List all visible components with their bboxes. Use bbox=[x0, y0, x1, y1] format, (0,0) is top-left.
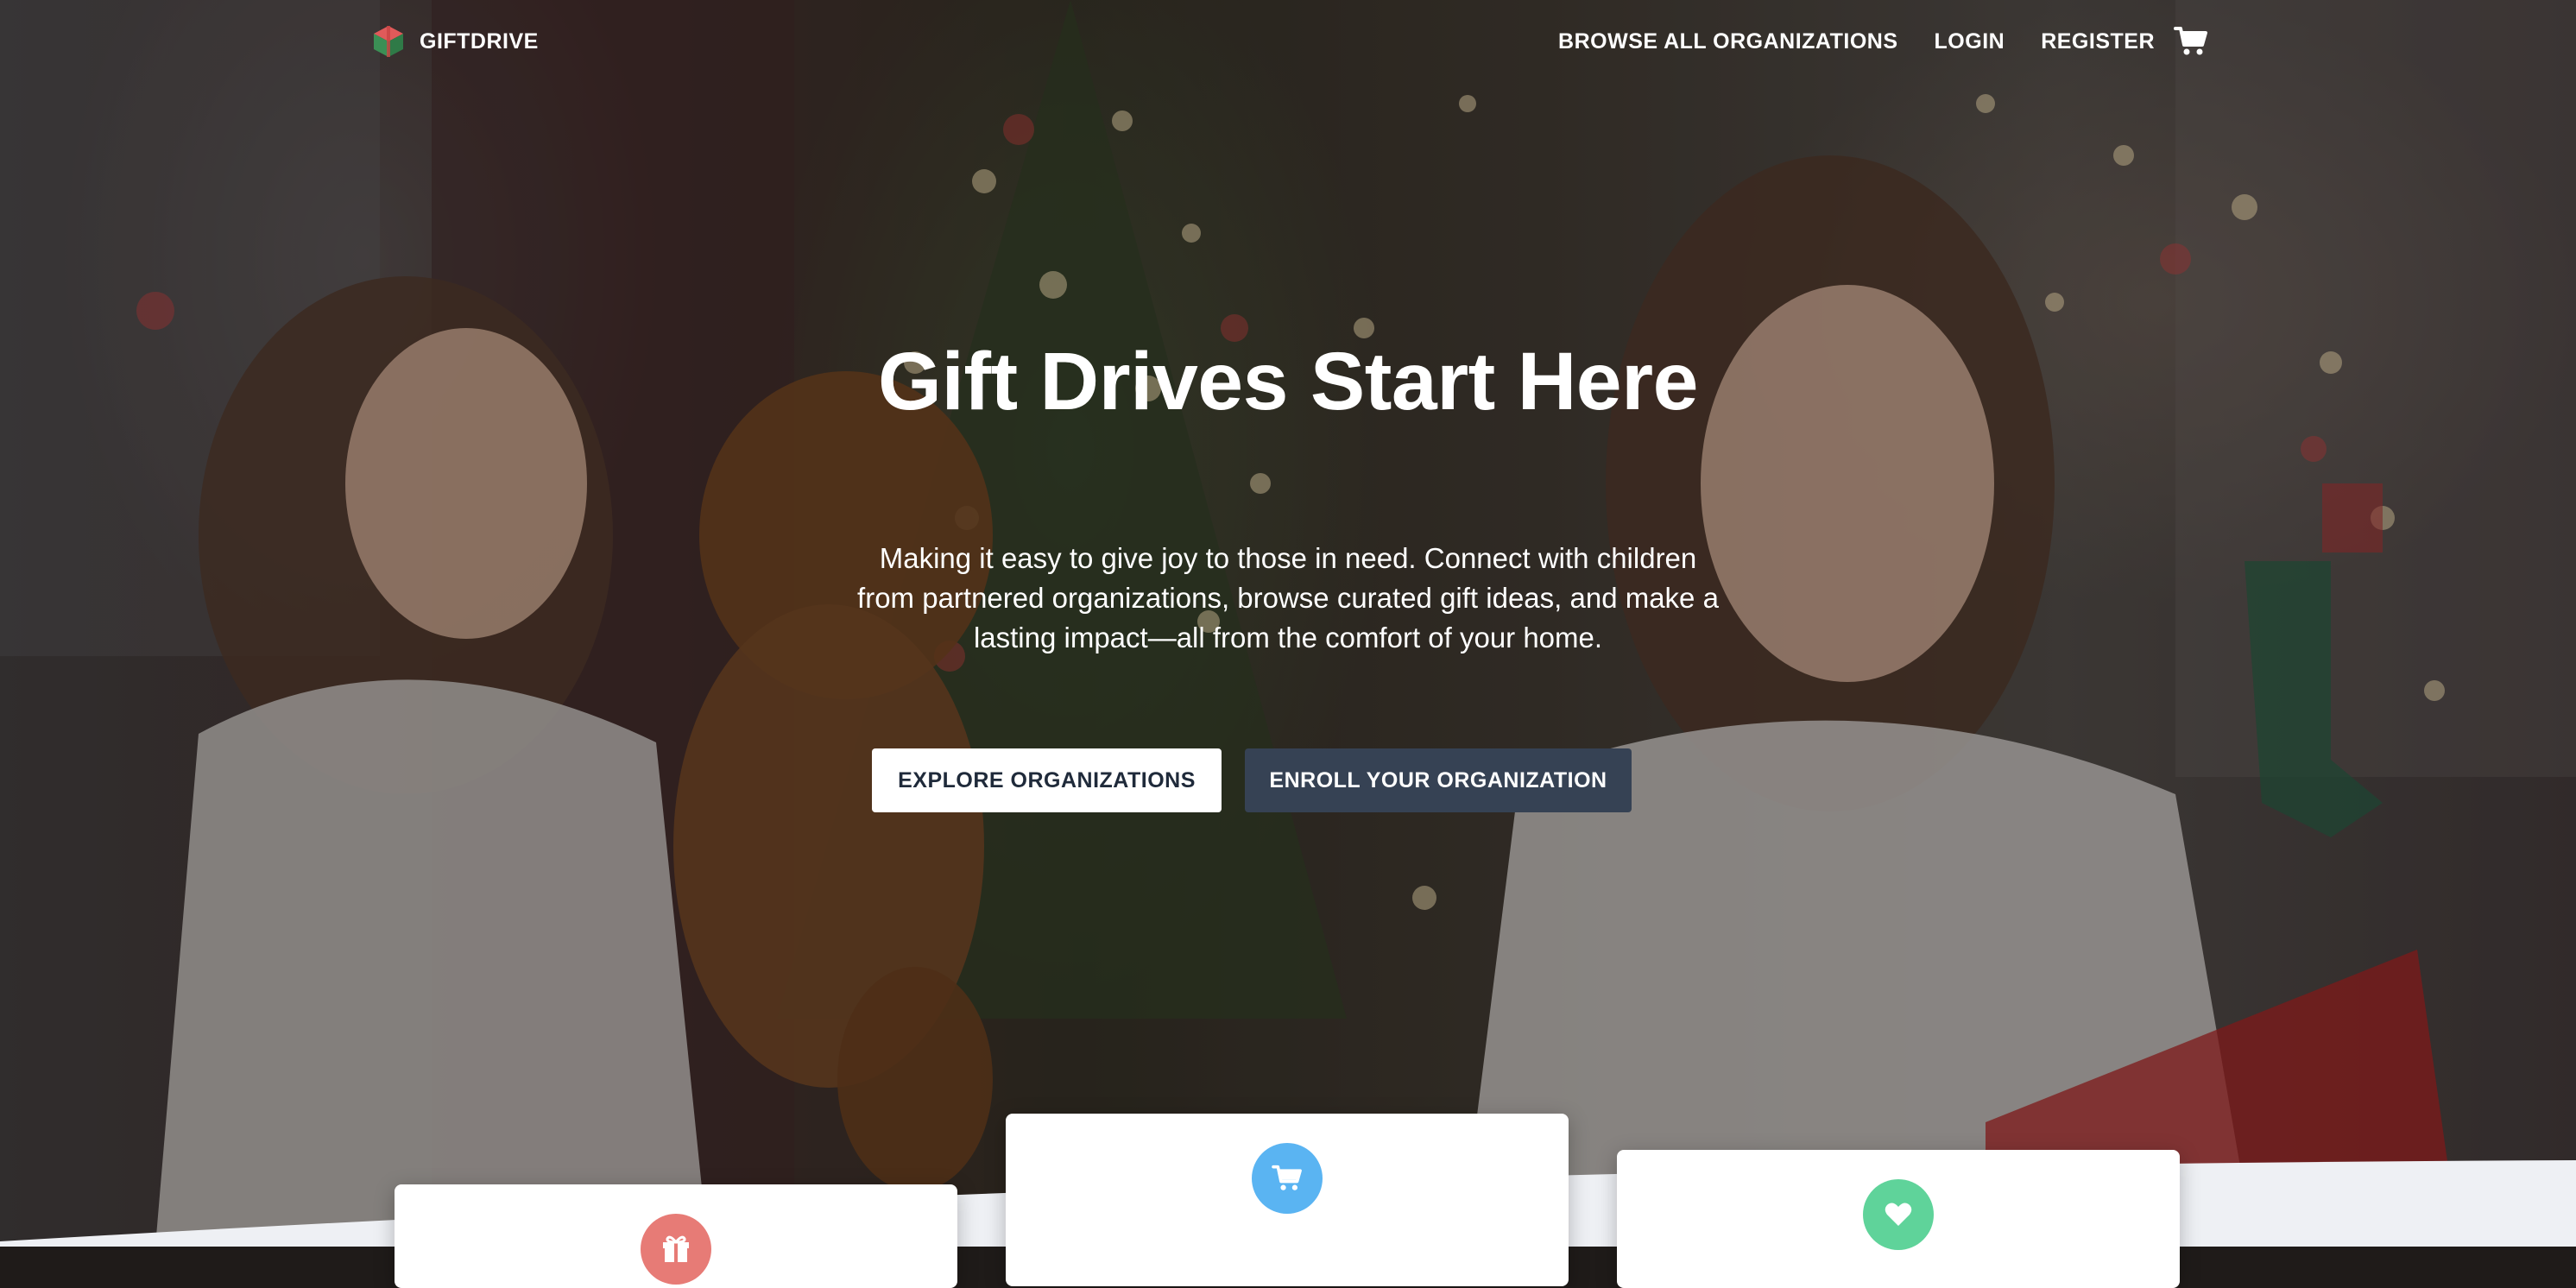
feature-card-gift bbox=[395, 1184, 957, 1288]
top-navbar: GIFTDRIVE BROWSE ALL ORGANIZATIONS LOGIN… bbox=[0, 0, 2576, 83]
hero-subtitle: Making it easy to give joy to those in n… bbox=[857, 542, 1719, 653]
nav-links: BROWSE ALL ORGANIZATIONS LOGIN REGISTER bbox=[1522, 21, 2208, 62]
brand-home-link[interactable]: GIFTDRIVE bbox=[371, 22, 539, 60]
nav-register-link[interactable]: REGISTER bbox=[2041, 29, 2155, 54]
explore-organizations-button[interactable]: EXPLORE ORGANIZATIONS bbox=[872, 748, 1222, 812]
feature-card-cart bbox=[1006, 1114, 1569, 1286]
heart-icon bbox=[1863, 1179, 1934, 1250]
cart-icon bbox=[1252, 1143, 1323, 1214]
hero-title: Gift Drives Start Here bbox=[878, 336, 1698, 427]
feature-card-heart bbox=[1617, 1150, 2180, 1288]
cart-icon[interactable] bbox=[2174, 26, 2208, 57]
gift-icon bbox=[641, 1214, 711, 1285]
brand-name: GIFTDRIVE bbox=[420, 28, 539, 54]
enroll-organization-button[interactable]: ENROLL YOUR ORGANIZATION bbox=[1245, 748, 1632, 812]
nav-browse-organizations-link[interactable]: BROWSE ALL ORGANIZATIONS bbox=[1558, 29, 1897, 54]
nav-login-link[interactable]: LOGIN bbox=[1935, 29, 2005, 54]
gift-cube-icon bbox=[374, 26, 403, 57]
